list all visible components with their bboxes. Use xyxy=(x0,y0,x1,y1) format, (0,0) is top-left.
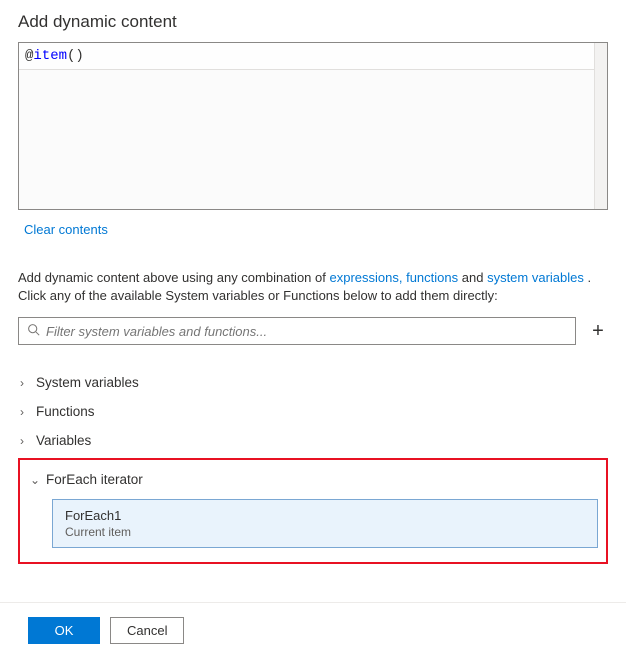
chevron-down-icon: ⌄ xyxy=(30,473,46,487)
search-icon xyxy=(27,323,40,339)
expression-editor[interactable]: @item() xyxy=(18,42,608,210)
expr-keyword: item xyxy=(33,48,67,64)
item-subtitle: Current item xyxy=(65,525,585,539)
help-text: Add dynamic content above using any comb… xyxy=(18,269,608,305)
group-label: System variables xyxy=(36,375,139,390)
group-label: Variables xyxy=(36,433,91,448)
dialog-title: Add dynamic content xyxy=(18,12,608,32)
chevron-right-icon: › xyxy=(20,405,36,419)
group-label: Functions xyxy=(36,404,95,419)
expr-parens: () xyxy=(67,48,84,64)
cancel-button[interactable]: Cancel xyxy=(110,617,184,644)
system-variables-link[interactable]: system variables xyxy=(487,270,584,285)
filter-input[interactable] xyxy=(46,324,567,339)
filter-box[interactable] xyxy=(18,317,576,345)
divider xyxy=(0,602,626,603)
functions-link[interactable]: functions xyxy=(406,270,458,285)
help-mid: and xyxy=(458,270,487,285)
group-system-variables[interactable]: › System variables xyxy=(18,371,608,394)
item-title: ForEach1 xyxy=(65,508,585,523)
group-foreach-iterator[interactable]: ⌄ ForEach iterator xyxy=(28,468,598,491)
group-label: ForEach iterator xyxy=(46,472,143,487)
chevron-right-icon: › xyxy=(20,434,36,448)
foreach-item-card[interactable]: ForEach1 Current item xyxy=(52,499,598,548)
add-icon[interactable]: + xyxy=(588,320,608,343)
help-pre: Add dynamic content above using any comb… xyxy=(18,270,329,285)
group-functions[interactable]: › Functions xyxy=(18,400,608,423)
editor-scrollbar[interactable] xyxy=(594,43,607,209)
expressions-link[interactable]: expressions, xyxy=(329,270,402,285)
highlight-box: ⌄ ForEach iterator ForEach1 Current item xyxy=(18,458,608,564)
ok-button[interactable]: OK xyxy=(28,617,100,644)
clear-contents-link[interactable]: Clear contents xyxy=(24,222,108,237)
group-variables[interactable]: › Variables xyxy=(18,429,608,452)
chevron-right-icon: › xyxy=(20,376,36,390)
editor-line: @item() xyxy=(19,43,607,70)
